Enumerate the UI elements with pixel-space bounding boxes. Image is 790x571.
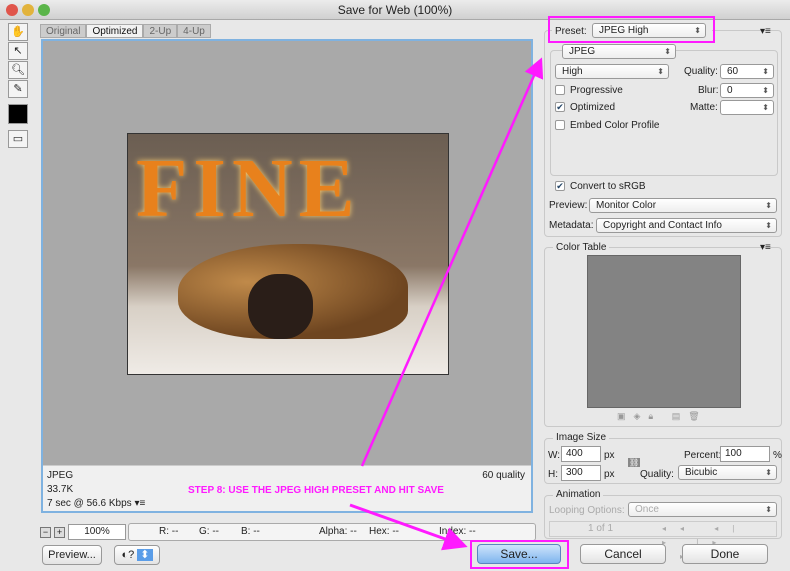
annotation-arrows — [349, 57, 544, 551]
arrow-to-preset — [360, 57, 544, 467]
arrow-to-save — [349, 503, 468, 551]
